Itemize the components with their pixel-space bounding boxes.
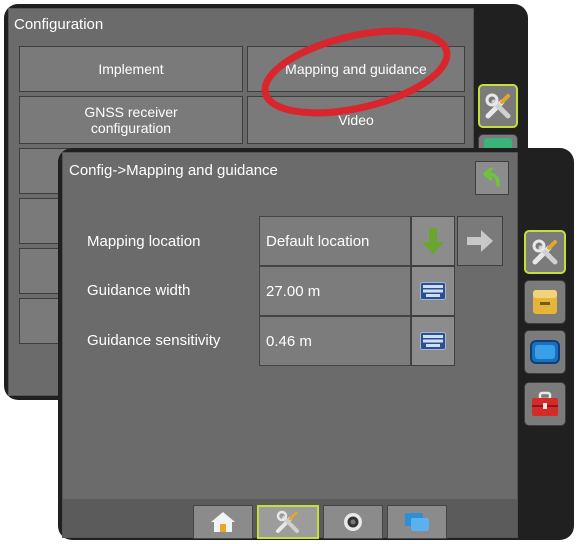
next-button[interactable] (457, 216, 503, 266)
home-icon (211, 512, 235, 532)
guidance-sensitivity-label: Guidance sensitivity (87, 332, 221, 349)
guidance-width-keyboard-button[interactable] (411, 266, 455, 316)
download-button[interactable] (411, 216, 455, 266)
keyboard-icon (420, 332, 446, 350)
configuration-title: Configuration (14, 16, 104, 33)
implement-button[interactable]: Implement (19, 46, 243, 92)
tools-tab[interactable] (524, 230, 566, 274)
console-icon (533, 290, 557, 314)
data-icon (405, 513, 429, 531)
mapping-guidance-body: Config->Mapping and guidance Mapping loc… (62, 152, 518, 539)
toolbox-tab[interactable] (524, 382, 566, 426)
toolbox-icon (532, 391, 558, 416)
guidance-sensitivity-keyboard-button[interactable] (411, 316, 455, 366)
highlight-circle (261, 27, 451, 117)
tools-nav-tab[interactable] (257, 505, 319, 539)
camera-icon (344, 513, 362, 531)
mapping-location-field[interactable]: Default location (259, 216, 411, 266)
gray-right-arrow-icon (467, 230, 493, 252)
back-button[interactable] (475, 161, 509, 195)
camera-tab[interactable] (323, 505, 383, 539)
console-tab[interactable] (524, 280, 566, 324)
keyboard-icon (420, 282, 446, 300)
data-tab[interactable] (387, 505, 447, 539)
guidance-sensitivity-field[interactable]: 0.46 m (259, 316, 411, 366)
home-tab[interactable] (193, 505, 253, 539)
mapping-guidance-window: Config->Mapping and guidance Mapping loc… (58, 148, 574, 540)
back-arrow-icon (483, 167, 500, 187)
tools-icon (276, 510, 299, 533)
guidance-width-label: Guidance width (87, 282, 191, 299)
mapping-guidance-title: Config->Mapping and guidance (69, 162, 278, 179)
tools-icon (485, 93, 511, 119)
guidance-width-field[interactable]: 27.00 m (259, 266, 411, 316)
tools-tab[interactable] (478, 84, 518, 128)
gnss-receiver-configuration-button[interactable]: GNSS receiver configuration (19, 96, 243, 144)
display-icon (530, 340, 560, 364)
green-down-arrow-icon (422, 228, 444, 254)
tools-icon (532, 239, 558, 265)
display-tab[interactable] (524, 330, 566, 374)
mapping-location-label: Mapping location (87, 233, 201, 250)
